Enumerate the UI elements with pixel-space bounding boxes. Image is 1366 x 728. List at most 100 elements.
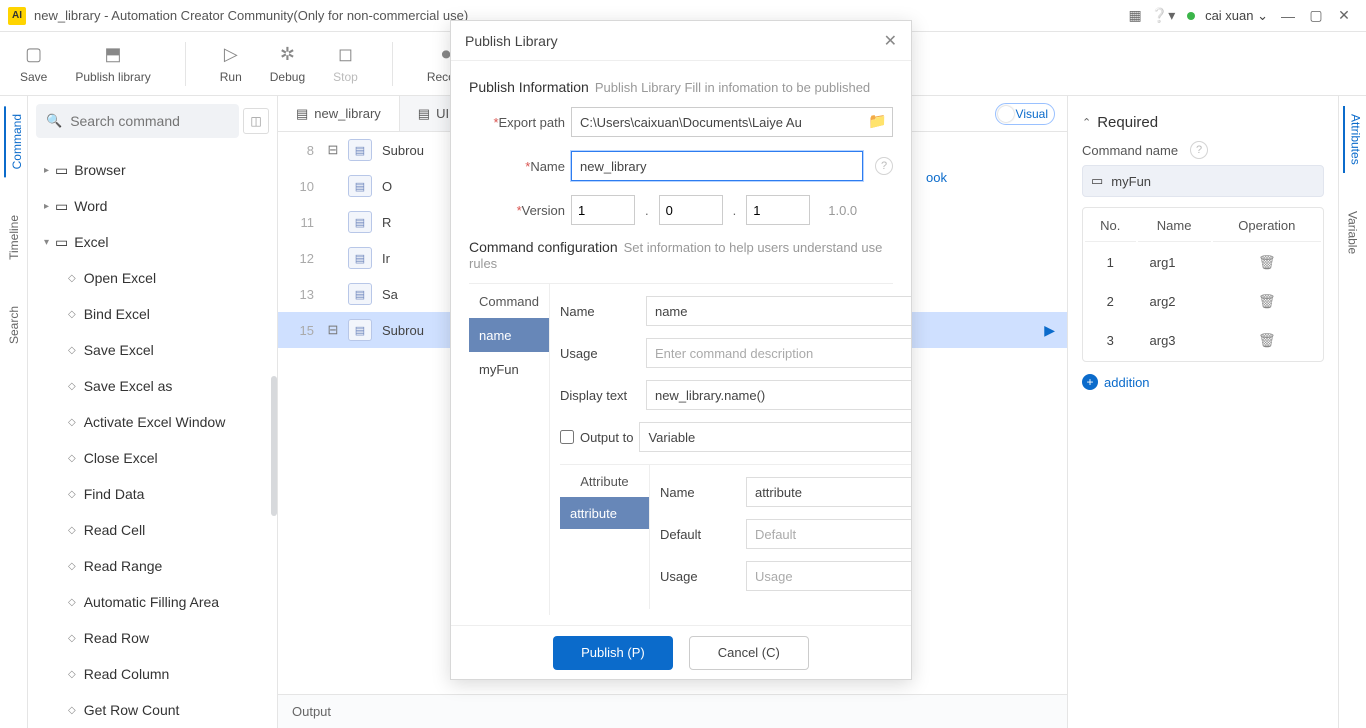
- diamond-icon: ◇: [68, 273, 76, 284]
- stop-button[interactable]: ◻Stop: [333, 44, 358, 84]
- delete-icon[interactable]: 🗑: [1258, 293, 1276, 309]
- block-icon: ▤: [348, 175, 372, 197]
- app-icon: AI: [8, 7, 26, 25]
- tree-excel-child[interactable]: ◇Read Column: [38, 656, 277, 692]
- rail-attributes[interactable]: Attributes: [1343, 106, 1363, 173]
- cmd-display-label: Display text: [560, 388, 640, 403]
- debug-button[interactable]: ✲Debug: [270, 44, 305, 84]
- tree-excel-child[interactable]: ◇Save Excel: [38, 332, 277, 368]
- cancel-button[interactable]: Cancel (C): [689, 636, 809, 670]
- tree-excel-child[interactable]: ◇Read Cell: [38, 512, 277, 548]
- command-item-name[interactable]: name: [469, 318, 549, 352]
- attr-default-label: Default: [660, 527, 740, 542]
- diamond-icon: ◇: [68, 381, 76, 392]
- tree-excel-child[interactable]: ◇Close Excel: [38, 440, 277, 476]
- user-menu[interactable]: cai xuan ⌄: [1205, 8, 1268, 24]
- rail-command[interactable]: Command: [4, 106, 24, 177]
- panel-toggle-button[interactable]: ◫: [243, 108, 269, 134]
- publish-info-hint: Publish Library Fill in infomation to be…: [595, 80, 870, 95]
- tree-excel-child[interactable]: ◇Activate Excel Window: [38, 404, 277, 440]
- tree-excel-child[interactable]: ◇Automatic Filling Area: [38, 584, 277, 620]
- close-button[interactable]: ✕: [1330, 2, 1358, 30]
- doc-icon: ▭: [55, 198, 68, 215]
- command-sidebar: 🔍 ◫ ▸▭Browser ▸▭Word ▾▭Excel ◇Open Excel…: [28, 96, 278, 728]
- delete-icon[interactable]: 🗑: [1258, 332, 1276, 348]
- tree-browser[interactable]: ▸▭Browser: [38, 152, 277, 188]
- command-list: Command name myFun: [469, 284, 550, 615]
- cmd-display-input[interactable]: [646, 380, 911, 410]
- diamond-icon: ◇: [68, 561, 76, 572]
- output-to-input[interactable]: [639, 422, 911, 452]
- help-icon[interactable]: ?: [1190, 141, 1208, 159]
- help-icon[interactable]: ❔▾: [1149, 2, 1177, 30]
- search-input[interactable]: [70, 113, 229, 129]
- tree-excel[interactable]: ▾▭Excel: [38, 224, 277, 260]
- tree-excel-child[interactable]: ◇Read Range: [38, 548, 277, 584]
- block-icon: ▭: [1091, 173, 1103, 189]
- cmd-usage-input[interactable]: [646, 338, 911, 368]
- tree-excel-child[interactable]: ◇Find Data: [38, 476, 277, 512]
- command-item-myfun[interactable]: myFun: [469, 352, 549, 386]
- dialog-close-button[interactable]: ✕: [884, 31, 897, 51]
- output-to-checkbox[interactable]: Output to: [560, 430, 633, 445]
- grid-icon[interactable]: ▦: [1121, 2, 1149, 30]
- presence-dot: [1187, 12, 1195, 20]
- rail-variable[interactable]: Variable: [1346, 203, 1360, 262]
- version-major-input[interactable]: [571, 195, 635, 225]
- version-minor-input[interactable]: [659, 195, 723, 225]
- output-panel-header[interactable]: Output: [278, 694, 1067, 728]
- run-button[interactable]: ▷Run: [220, 44, 242, 84]
- delete-icon[interactable]: 🗑: [1258, 254, 1276, 270]
- version-patch-input[interactable]: [746, 195, 810, 225]
- search-input-wrap[interactable]: 🔍: [36, 104, 239, 138]
- diamond-icon: ◇: [68, 633, 76, 644]
- diamond-icon: ◇: [68, 453, 76, 464]
- tree-excel-child[interactable]: ◇Read Row: [38, 620, 277, 656]
- required-heading: Required: [1097, 114, 1158, 131]
- tree-scrollbar[interactable]: [271, 376, 277, 516]
- file-icon: ▤: [418, 106, 430, 122]
- publish-library-button[interactable]: ⬒Publish library: [75, 44, 150, 84]
- collapse-icon[interactable]: ⌃: [1082, 116, 1091, 129]
- maximize-button[interactable]: ▢: [1302, 2, 1330, 30]
- block-icon: ▤: [348, 139, 372, 161]
- window-title: new_library - Automation Creator Communi…: [34, 8, 468, 23]
- help-icon[interactable]: ?: [875, 157, 893, 175]
- tree-excel-child[interactable]: ◇Open Excel: [38, 260, 277, 296]
- folder-icon[interactable]: 📁: [868, 112, 887, 130]
- col-no: No.: [1085, 210, 1136, 242]
- bug-icon: ✲: [276, 44, 298, 66]
- minimize-button[interactable]: —: [1274, 2, 1302, 30]
- attribute-item[interactable]: attribute: [560, 497, 649, 529]
- block-icon: ▤: [348, 283, 372, 305]
- publish-button[interactable]: Publish (P): [553, 636, 673, 670]
- col-operation: Operation: [1213, 210, 1321, 242]
- table-row: 1arg1🗑: [1085, 244, 1321, 281]
- tree-excel-child[interactable]: ◇Save Excel as: [38, 368, 277, 404]
- command-name-field[interactable]: ▭myFun: [1082, 165, 1324, 197]
- table-row: 3arg3🗑: [1085, 322, 1321, 359]
- export-path-input[interactable]: [571, 107, 893, 137]
- publish-library-dialog: Publish Library ✕ Publish InformationPub…: [450, 20, 912, 680]
- code-tag: ook: [926, 170, 947, 185]
- add-arg-button[interactable]: +addition: [1082, 374, 1324, 390]
- file-icon: ▤: [296, 106, 308, 122]
- attr-usage-input[interactable]: [746, 561, 911, 591]
- save-button[interactable]: ▢Save: [20, 44, 47, 84]
- cmd-name-label: Name: [560, 304, 640, 319]
- attr-name-input[interactable]: [746, 477, 911, 507]
- cmd-name-input[interactable]: [646, 296, 911, 326]
- search-icon: 🔍: [46, 113, 62, 129]
- play-icon: ▷: [220, 44, 242, 66]
- tab-new-library[interactable]: ▤new_library: [278, 96, 400, 131]
- tree-excel-child[interactable]: ◇Bind Excel: [38, 296, 277, 332]
- tree-excel-child[interactable]: ◇Get Row Count: [38, 692, 277, 728]
- rail-search[interactable]: Search: [7, 298, 21, 352]
- rail-timeline[interactable]: Timeline: [7, 207, 21, 268]
- tree-word[interactable]: ▸▭Word: [38, 188, 277, 224]
- attr-default-input[interactable]: [746, 519, 911, 549]
- visual-toggle[interactable]: Visual: [995, 96, 1067, 131]
- play-icon[interactable]: ▶: [1044, 322, 1055, 339]
- name-input[interactable]: [571, 151, 863, 181]
- diamond-icon: ◇: [68, 669, 76, 680]
